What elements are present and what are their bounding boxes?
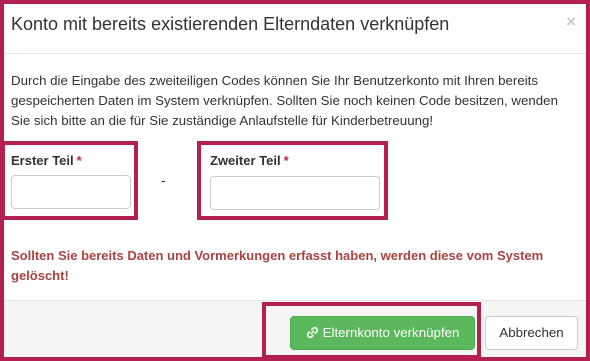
second-part-input[interactable] bbox=[210, 176, 380, 210]
link-account-dialog: Konto mit bereits existierenden Elternda… bbox=[0, 0, 590, 361]
required-mark: * bbox=[283, 153, 289, 168]
second-part-label: Zweiter Teil * bbox=[210, 153, 289, 168]
link-parent-account-button[interactable]: Elternkonto verknüpfen bbox=[290, 316, 475, 350]
required-mark: * bbox=[76, 153, 82, 168]
first-part-label-text: Erster Teil bbox=[11, 153, 74, 168]
second-part-label-text: Zweiter Teil bbox=[210, 153, 281, 168]
first-part-label: Erster Teil * bbox=[11, 153, 82, 168]
link-icon bbox=[306, 319, 319, 351]
dialog-title: Konto mit bereits existierenden Elternda… bbox=[11, 14, 450, 34]
cancel-button[interactable]: Abbrechen bbox=[485, 316, 578, 350]
close-icon[interactable]: × bbox=[566, 13, 576, 30]
dialog-header: Konto mit bereits existierenden Elternda… bbox=[1, 1, 589, 54]
first-part-input[interactable] bbox=[11, 175, 131, 209]
dialog-description: Durch die Eingabe des zweiteiligen Codes… bbox=[11, 73, 558, 128]
code-separator: - bbox=[161, 172, 166, 188]
link-parent-account-label: Elternkonto verknüpfen bbox=[322, 325, 460, 340]
deletion-warning: Sollten Sie bereits Daten und Vormerkung… bbox=[11, 248, 544, 283]
dialog-footer: Elternkonto verknüpfen Abbrechen bbox=[1, 300, 589, 361]
